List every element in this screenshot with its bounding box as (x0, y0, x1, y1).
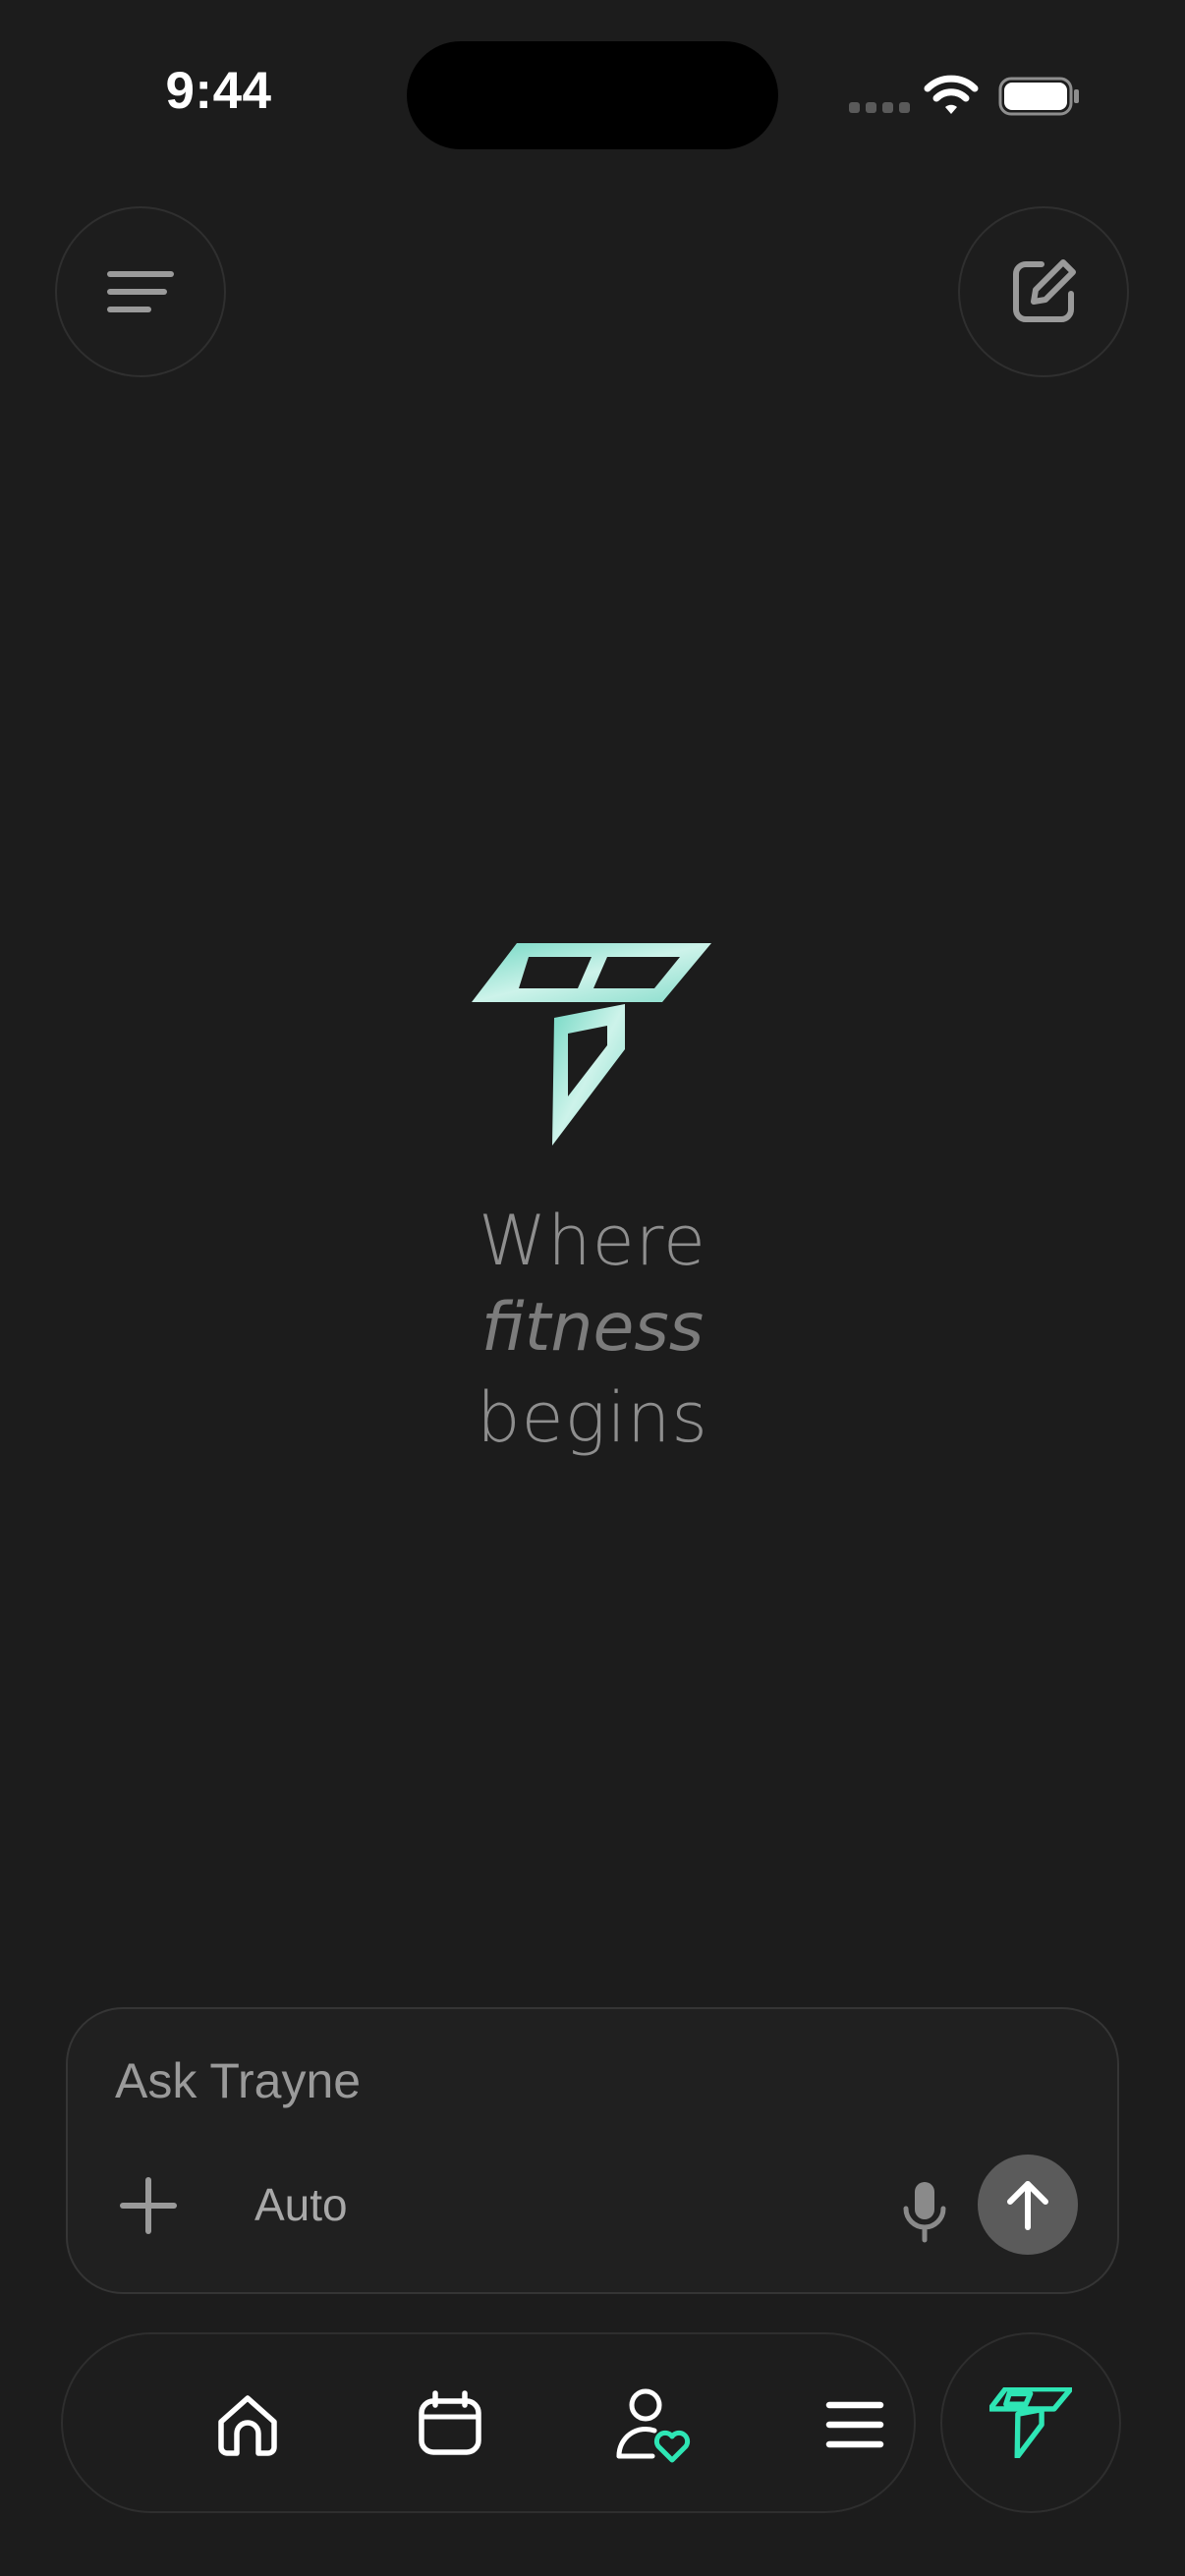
trayne-logo (989, 2387, 1072, 2458)
app-screen: 9:44 Where fitness begins Ask Trayne Aut… (0, 0, 1185, 2576)
tab-profile[interactable] (603, 2376, 702, 2474)
microphone-icon (903, 2182, 946, 2243)
trayne-logo (472, 943, 711, 1146)
tab-more[interactable] (806, 2376, 904, 2474)
tab-home[interactable] (198, 2376, 297, 2474)
mode-selector[interactable]: Auto (254, 2178, 348, 2231)
menu-lines-icon (825, 2401, 884, 2448)
profile-heart-icon (616, 2388, 691, 2463)
menu-icon (107, 271, 174, 312)
ask-input[interactable] (115, 2046, 803, 2115)
compose-icon (1013, 259, 1076, 322)
cellular-signal-icon (849, 102, 910, 113)
trayne-assistant-button[interactable] (940, 2332, 1121, 2513)
tab-bar (61, 2332, 916, 2513)
battery-icon (998, 77, 1079, 116)
tab-calendar[interactable] (401, 2376, 499, 2474)
home-icon (218, 2395, 277, 2456)
hero-line-fitness: fitness (480, 1289, 705, 1367)
wifi-icon (924, 75, 979, 114)
new-chat-button[interactable] (958, 206, 1129, 377)
chat-composer: Auto (66, 2007, 1119, 2294)
hero-line-where: Where (479, 1201, 706, 1281)
status-time: 9:44 (165, 62, 272, 120)
attach-button[interactable] (115, 2172, 182, 2239)
arrow-up-icon (1007, 2181, 1048, 2230)
hero-line-begins: begins (477, 1377, 708, 1458)
dynamic-island (407, 41, 778, 149)
menu-button[interactable] (55, 206, 226, 377)
microphone-button[interactable] (883, 2170, 966, 2253)
calendar-icon (419, 2390, 481, 2455)
plus-icon (120, 2177, 177, 2234)
send-button[interactable] (978, 2155, 1078, 2255)
